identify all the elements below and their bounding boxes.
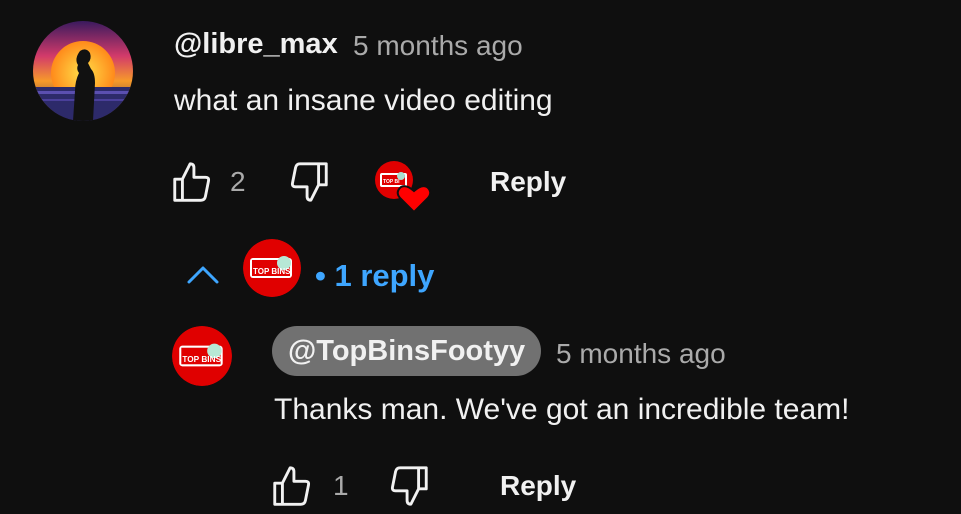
svg-text:TOP BI: TOP BI xyxy=(383,179,400,185)
svg-text:TOP BINS: TOP BINS xyxy=(182,355,221,364)
reply-like-button[interactable] xyxy=(268,464,316,510)
like-icon xyxy=(173,162,211,202)
topbins-logo: TOP BINS xyxy=(243,239,301,297)
avatar-sunset-image xyxy=(33,21,133,121)
reply-text: Thanks man. We've got an incredible team… xyxy=(274,393,850,426)
reply-button[interactable]: Reply xyxy=(490,166,566,198)
collapse-replies-button[interactable] xyxy=(185,262,221,286)
reply-author-badge[interactable]: @TopBinsFootyy xyxy=(272,326,542,376)
svg-text:TOP BINS: TOP BINS xyxy=(253,267,291,276)
dislike-icon xyxy=(390,466,428,506)
dislike-icon xyxy=(290,162,328,202)
creator-heart-badge: TOP BI xyxy=(375,161,432,214)
reply-like-count: 1 xyxy=(333,470,349,501)
comment-timestamp[interactable]: 5 months ago xyxy=(353,30,523,62)
like-count: 2 xyxy=(230,166,246,197)
creator-avatar: TOP BINS xyxy=(243,239,301,297)
like-icon xyxy=(273,466,311,506)
dislike-button[interactable] xyxy=(285,158,333,204)
replies-count-toggle[interactable]: • 1 reply xyxy=(315,258,434,294)
like-button[interactable] xyxy=(168,160,216,206)
topbins-logo: TOP BINS xyxy=(172,326,232,386)
creator-heart[interactable]: TOP BI xyxy=(374,160,432,214)
chevron-up-icon xyxy=(187,266,219,284)
reply-reply-button[interactable]: Reply xyxy=(500,470,576,502)
comment-text: what an insane video editing xyxy=(174,84,553,117)
comment-author[interactable]: @libre_max xyxy=(174,28,338,61)
reply-dislike-button[interactable] xyxy=(385,462,433,508)
avatar[interactable] xyxy=(33,21,133,121)
reply-timestamp[interactable]: 5 months ago xyxy=(556,338,726,370)
reply-avatar[interactable]: TOP BINS xyxy=(172,326,232,386)
